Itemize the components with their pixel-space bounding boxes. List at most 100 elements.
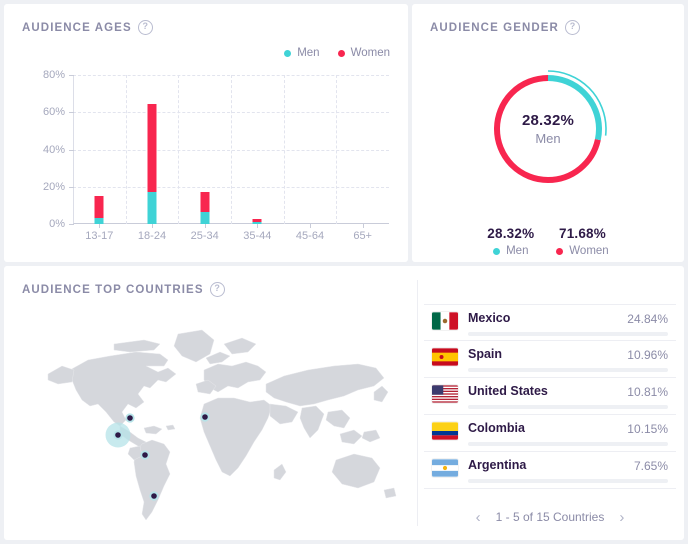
flag-spain-icon <box>432 348 458 366</box>
country-row[interactable]: United States 10.81% <box>424 378 676 415</box>
country-row[interactable]: Spain 10.96% <box>424 341 676 378</box>
country-progress-track <box>468 332 668 336</box>
y-axis-tick-mark <box>69 186 74 188</box>
country-name: Mexico <box>468 311 511 325</box>
gender-legend-women-value: 71.68% <box>558 226 606 241</box>
legend-item-men[interactable]: Men <box>284 47 320 59</box>
map-list-divider <box>417 280 418 526</box>
gender-legend-men-text: Men <box>506 245 529 257</box>
country-row[interactable]: Mexico 24.84% <box>424 304 676 341</box>
country-list: Mexico 24.84% Spain 10.96% United States 10.8… <box>424 304 676 489</box>
world-map[interactable] <box>18 308 414 530</box>
y-axis-tick-label: 0% <box>49 218 65 230</box>
donut-center-text: Men <box>535 131 561 146</box>
bar-stack[interactable] <box>252 219 262 224</box>
x-axis-tick-label: 65+ <box>353 230 372 242</box>
donut-center-label: 28.32% Men <box>485 66 611 192</box>
x-axis-tick-label: 45-64 <box>295 230 325 242</box>
gender-legend-men-value: 28.32% <box>487 226 535 241</box>
bar-segment-men <box>252 221 262 224</box>
legend-item-women[interactable]: Women <box>337 47 390 59</box>
x-axis-tick-label: 13-17 <box>85 230 114 242</box>
bar-stack[interactable] <box>94 196 104 224</box>
audience-gender-title: AUDIENCE GENDER ? <box>430 20 580 35</box>
x-axis-tick-label: 25-34 <box>190 230 219 242</box>
dashboard: AUDIENCE AGES ? Men Women 0% 20% 40% 60% 80%… <box>0 0 688 544</box>
chevron-left-icon[interactable]: ‹ <box>473 508 484 527</box>
country-progress-track <box>468 405 668 409</box>
chart-gridline-v <box>231 75 232 224</box>
pagination-label: 1 - 5 of 15 Countries <box>495 510 605 524</box>
country-name: Spain <box>468 347 503 361</box>
country-percent: 24.84% <box>627 312 668 326</box>
map-pin-icon[interactable] <box>202 414 208 420</box>
chart-gridline-v <box>178 75 180 224</box>
country-progress-track <box>468 442 668 446</box>
map-marker-layer <box>105 412 210 501</box>
help-circle-icon[interactable]: ? <box>564 20 580 35</box>
gender-legend-women[interactable]: 71.68% Women <box>556 226 609 257</box>
flag-mexico-icon <box>432 312 458 330</box>
bar-stack[interactable] <box>147 103 157 224</box>
country-percent: 10.96% <box>627 348 668 362</box>
y-axis-tick-label: 40% <box>42 143 65 156</box>
x-axis-tick-mark <box>310 223 311 228</box>
chevron-right-icon[interactable]: › <box>616 508 627 527</box>
legend-label-women: Women <box>350 47 390 59</box>
legend-dot-icon-men <box>284 49 292 57</box>
legend-label-men: Men <box>297 47 320 59</box>
country-percent: 10.15% <box>627 422 668 436</box>
bar-segment-women <box>200 191 210 212</box>
legend-dot-icon-men <box>493 247 501 255</box>
legend-dot-icon-women <box>337 49 345 57</box>
y-axis-tick-label: 80% <box>42 69 65 81</box>
y-axis-tick-mark <box>69 149 74 151</box>
y-axis-tick-mark <box>69 112 74 114</box>
audience-gender-card: AUDIENCE GENDER ? 28.32% Men 28.32% Men … <box>412 4 684 262</box>
country-percent: 7.65% <box>633 459 668 473</box>
gender-donut-chart: 28.32% Men <box>485 66 611 192</box>
map-pin-icon[interactable] <box>142 452 148 458</box>
help-circle-icon[interactable]: ? <box>137 20 153 35</box>
chart-gridline-v <box>336 75 338 224</box>
gender-legend: 28.32% Men 71.68% Women <box>412 226 684 257</box>
chart-gridline-v <box>125 75 127 224</box>
country-row[interactable]: Argentina 7.65% <box>424 452 676 489</box>
audience-top-countries-card: AUDIENCE TOP COUNTRIES ? Mexico 24.84% S… <box>4 266 684 540</box>
country-progress-track <box>468 479 668 483</box>
help-circle-icon[interactable]: ? <box>209 282 225 297</box>
country-name: Colombia <box>468 421 525 435</box>
bar-stack[interactable] <box>200 191 210 224</box>
bar-segment-men <box>147 192 157 224</box>
chart-gridline-v <box>283 75 285 224</box>
country-progress-track <box>468 368 668 372</box>
y-axis-tick-label: 20% <box>42 180 65 193</box>
ages-legend: Men Women <box>284 47 390 59</box>
countries-pagination: ‹ 1 - 5 of 15 Countries › <box>424 504 676 530</box>
ages-bar-chart: 0% 20% 40% 60% 80% 13-17 18-24 25-34 35-44 45-64 6… <box>43 69 389 242</box>
gender-legend-women-text: Women <box>569 245 609 257</box>
country-row[interactable]: Colombia 10.15% <box>424 415 676 452</box>
gender-legend-women-label: Women <box>556 245 609 257</box>
map-pin-icon[interactable] <box>127 415 133 421</box>
map-pin-icon[interactable] <box>115 432 121 438</box>
country-name: Argentina <box>468 458 527 472</box>
legend-dot-icon-women <box>556 247 564 255</box>
donut-center-value: 28.32% <box>521 112 575 129</box>
x-axis-tick-mark <box>362 223 364 228</box>
bar-segment-women <box>94 196 104 219</box>
audience-ages-title: AUDIENCE AGES ? <box>22 20 153 35</box>
country-name: United States <box>468 384 548 398</box>
country-percent: 10.81% <box>627 385 668 399</box>
bar-segment-women <box>147 103 157 193</box>
gender-legend-men[interactable]: 28.32% Men <box>487 226 534 257</box>
bar-segment-men <box>94 218 104 224</box>
map-pin-icon[interactable] <box>151 493 157 499</box>
flag-colombia-icon <box>432 422 458 440</box>
x-axis-tick-label: 35-44 <box>243 230 272 242</box>
audience-ages-title-text: AUDIENCE AGES <box>22 21 132 34</box>
y-axis-tick-label: 60% <box>42 106 65 119</box>
audience-gender-title-text: AUDIENCE GENDER <box>430 21 559 34</box>
x-axis-tick-label: 18-24 <box>137 230 167 242</box>
gender-legend-men-label: Men <box>493 245 528 257</box>
